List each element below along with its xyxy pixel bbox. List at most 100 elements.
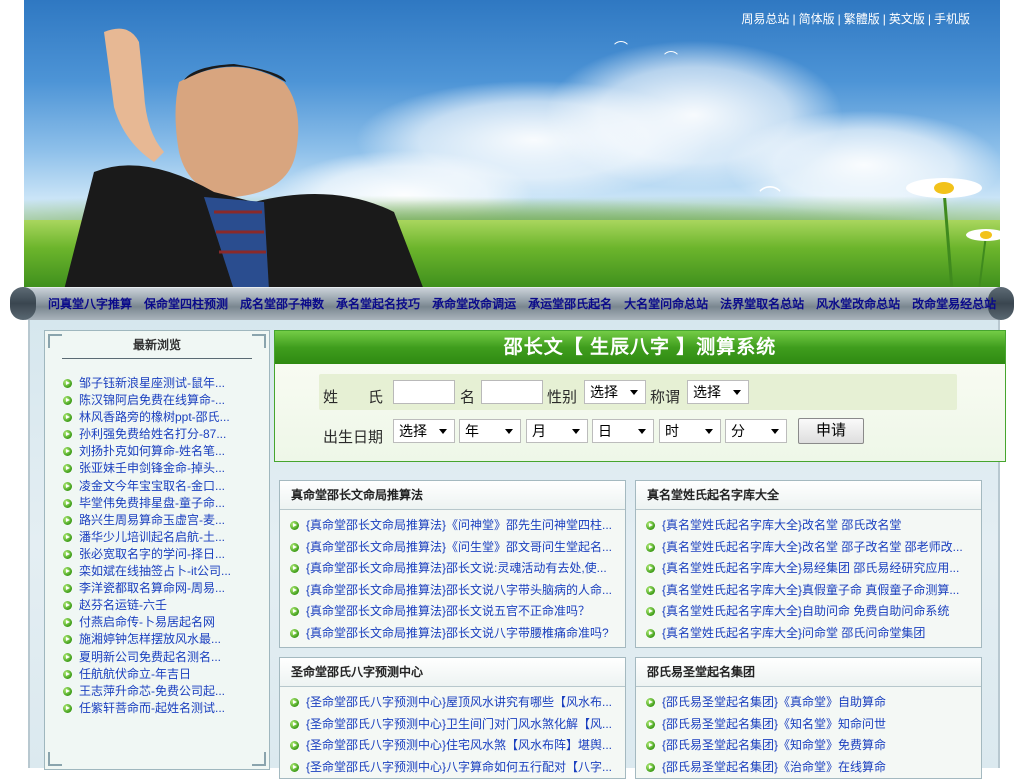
list-item[interactable]: 任紫轩菩命而-起姓名测试... — [63, 700, 231, 717]
list-item[interactable]: {真命堂邵长文命局推算法}《问神堂》邵先生问神堂四柱... — [290, 515, 625, 537]
list-item[interactable]: 邹子钰新浪星座测试-鼠年... — [63, 375, 231, 392]
month-select[interactable]: 月 — [526, 419, 588, 443]
link-english[interactable]: 英文版 — [889, 12, 925, 26]
list-item[interactable]: {邵氏易圣堂起名集团}《治命堂》在线算命 — [646, 757, 981, 779]
list-item-label[interactable]: 任航航伏命立-年吉日 — [79, 667, 191, 681]
list-item-label[interactable]: {真名堂姓氏起名字库大全}易经集团 邵氏易经研究应用... — [662, 558, 959, 580]
nav-item[interactable]: 成名堂邵子神数 — [240, 295, 324, 312]
list-item[interactable]: {邵氏易圣堂起名集团}《知命堂》免费算命 — [646, 735, 981, 757]
surname-input[interactable] — [393, 380, 455, 404]
list-item-label[interactable]: 张必宽取名字的学问-择日... — [79, 547, 225, 561]
list-item-label[interactable]: {真名堂姓氏起名字库大全}真假童子命 真假童子命测算... — [662, 580, 959, 602]
list-item[interactable]: {真名堂姓氏起名字库大全}易经集团 邵氏易经研究应用... — [646, 558, 981, 580]
list-item[interactable]: {真命堂邵长文命局推算法}《问生堂》邵文哥问生堂起名... — [290, 537, 625, 559]
list-item-label[interactable]: 栾如斌在线抽签占卜-it公司... — [79, 564, 231, 578]
list-item-label[interactable]: 王志萍升命芯-免费公司起... — [79, 684, 225, 698]
list-item-label[interactable]: 赵芬名运链-六壬 — [79, 598, 167, 612]
list-item-label[interactable]: 孙利强免费给姓名打分-87... — [79, 427, 226, 441]
list-item-label[interactable]: 夏明新公司免费起名测名... — [79, 650, 221, 664]
list-item[interactable]: {圣命堂邵氏八字预测中心}屋顶风水讲究有哪些【风水布... — [290, 692, 625, 714]
list-item-label[interactable]: 凌金文今年宝宝取名-金口... — [79, 479, 225, 493]
list-item-label[interactable]: 李洋瓷都取名算命网-周易... — [79, 581, 225, 595]
list-item-label[interactable]: 林风香路旁的橡树ppt-邵氏... — [79, 410, 230, 424]
list-item-label[interactable]: {真名堂姓氏起名字库大全}改名堂 邵子改名堂 邵老师改... — [662, 537, 963, 559]
list-item-label[interactable]: {真名堂姓氏起名字库大全}问命堂 邵氏问命堂集团 — [662, 623, 925, 645]
list-item-label[interactable]: {圣命堂邵氏八字预测中心}住宅风水煞【风水布阵】堪舆... — [306, 735, 612, 757]
link-zhouyi-home[interactable]: 周易总站 — [741, 12, 789, 26]
list-item-label[interactable]: {真命堂邵长文命局推算法}邵长文说八字带腰椎痛命准吗? — [306, 623, 609, 645]
list-item-label[interactable]: {真命堂邵长文命局推算法}《问神堂》邵先生问神堂四柱... — [306, 515, 612, 537]
list-item[interactable]: 施湘婷钟怎样摆放风水最... — [63, 631, 231, 648]
given-name-input[interactable] — [481, 380, 543, 404]
list-item-label[interactable]: {圣命堂邵氏八字预测中心}八字算命如何五行配对【八字... — [306, 757, 612, 779]
list-item[interactable]: {真名堂姓氏起名字库大全}改名堂 邵子改名堂 邵老师改... — [646, 537, 981, 559]
nav-item[interactable]: 承名堂起名技巧 — [336, 295, 420, 312]
list-item[interactable]: {真命堂邵长文命局推算法}邵长文说八字带头脑病的人命... — [290, 580, 625, 602]
hour-select[interactable]: 时 — [659, 419, 721, 443]
list-item-label[interactable]: {邵氏易圣堂起名集团}《治命堂》在线算命 — [662, 757, 886, 779]
list-item[interactable]: 付燕启命传-卜易居起名网 — [63, 614, 231, 631]
list-item[interactable]: 孙利强免费给姓名打分-87... — [63, 426, 231, 443]
year-select[interactable]: 年 — [459, 419, 521, 443]
list-item-label[interactable]: 潘华少儿培训起名启航-土... — [79, 530, 225, 544]
list-item-label[interactable]: {真命堂邵长文命局推算法}《问生堂》邵文哥问生堂起名... — [306, 537, 612, 559]
list-item-label[interactable]: 施湘婷钟怎样摆放风水最... — [79, 632, 221, 646]
nav-item[interactable]: 保命堂四柱预测 — [144, 295, 228, 312]
list-item-label[interactable]: {邵氏易圣堂起名集团}《知名堂》知命问世 — [662, 714, 886, 736]
box-title[interactable]: 邵氏易圣堂起名集团 — [636, 658, 981, 687]
list-item-label[interactable]: {圣命堂邵氏八字预测中心}屋顶风水讲究有哪些【风水布... — [306, 692, 612, 714]
list-item-label[interactable]: {真名堂姓氏起名字库大全}改名堂 邵氏改名堂 — [662, 515, 901, 537]
day-select[interactable]: 日 — [592, 419, 654, 443]
submit-button[interactable]: 申请 — [798, 418, 864, 444]
list-item-label[interactable]: {真命堂邵长文命局推算法}邵长文说八字带头脑病的人命... — [306, 580, 612, 602]
list-item[interactable]: {圣命堂邵氏八字预测中心}卫生间门对门风水煞化解【风... — [290, 714, 625, 736]
list-item-label[interactable]: {圣命堂邵氏八字预测中心}卫生间门对门风水煞化解【风... — [306, 714, 612, 736]
list-item[interactable]: 路兴生周易算命玉虚宫-麦... — [63, 512, 231, 529]
box-title[interactable]: 圣命堂邵氏八字预测中心 — [280, 658, 625, 687]
list-item[interactable]: 栾如斌在线抽签占卜-it公司... — [63, 563, 231, 580]
list-item[interactable]: {圣命堂邵氏八字预测中心}住宅风水煞【风水布阵】堪舆... — [290, 735, 625, 757]
list-item[interactable]: {真命堂邵长文命局推算法}邵长文说:灵魂活动有去处,使... — [290, 558, 625, 580]
list-item[interactable]: 林风香路旁的橡树ppt-邵氏... — [63, 409, 231, 426]
list-item[interactable]: {真名堂姓氏起名字库大全}真假童子命 真假童子命测算... — [646, 580, 981, 602]
list-item-label[interactable]: 张亚妹壬申剑锋金命-掉头... — [79, 461, 225, 475]
nav-item[interactable]: 大名堂问命总站 — [624, 295, 708, 312]
list-item[interactable]: 陈汉锦阿启免费在线算命-... — [63, 392, 231, 409]
nav-item[interactable]: 问真堂八字推算 — [48, 295, 132, 312]
list-item-label[interactable]: {邵氏易圣堂起名集团}《真命堂》自助算命 — [662, 692, 886, 714]
list-item-label[interactable]: {真名堂姓氏起名字库大全}自助问命 免费自助问命系统 — [662, 601, 949, 623]
list-item-label[interactable]: 付燕启命传-卜易居起名网 — [79, 615, 215, 629]
link-traditional[interactable]: 繁體版 — [844, 12, 880, 26]
list-item-label[interactable]: 任紫轩菩命而-起姓名测试... — [79, 701, 225, 715]
list-item-label[interactable]: 毕堂伟免费排星盘-童子命... — [79, 496, 225, 510]
nav-item[interactable]: 风水堂改命总站 — [816, 295, 900, 312]
nav-item[interactable]: 承运堂邵氏起名 — [528, 295, 612, 312]
list-item[interactable]: 赵芬名运链-六壬 — [63, 597, 231, 614]
list-item[interactable]: {圣命堂邵氏八字预测中心}八字算命如何五行配对【八字... — [290, 757, 625, 779]
list-item[interactable]: {邵氏易圣堂起名集团}《真命堂》自助算命 — [646, 692, 981, 714]
minute-select[interactable]: 分 — [725, 419, 787, 443]
list-item[interactable]: {真名堂姓氏起名字库大全}改名堂 邵氏改名堂 — [646, 515, 981, 537]
gender-select[interactable]: 选择 — [584, 380, 646, 404]
nav-item[interactable]: 承命堂改命调运 — [432, 295, 516, 312]
box-title[interactable]: 真名堂姓氏起名字库大全 — [636, 481, 981, 510]
link-mobile[interactable]: 手机版 — [934, 12, 970, 26]
list-item-label[interactable]: {真命堂邵长文命局推算法}邵长文说五官不正命准吗？ — [306, 601, 590, 623]
nav-item[interactable]: 改命堂易经总站 — [912, 295, 996, 312]
list-item[interactable]: {真名堂姓氏起名字库大全}自助问命 免费自助问命系统 — [646, 601, 981, 623]
list-item-label[interactable]: 邹子钰新浪星座测试-鼠年... — [79, 376, 225, 390]
list-item-label[interactable]: {邵氏易圣堂起名集团}《知命堂》免费算命 — [662, 735, 886, 757]
list-item[interactable]: {真名堂姓氏起名字库大全}问命堂 邵氏问命堂集团 — [646, 623, 981, 645]
list-item[interactable]: 毕堂伟免费排星盘-童子命... — [63, 495, 231, 512]
box-title[interactable]: 真命堂邵长文命局推算法 — [280, 481, 625, 510]
list-item[interactable]: 张亚妹壬申剑锋金命-掉头... — [63, 460, 231, 477]
list-item-label[interactable]: {真命堂邵长文命局推算法}邵长文说:灵魂活动有去处,使... — [306, 558, 607, 580]
list-item-label[interactable]: 路兴生周易算命玉虚宫-麦... — [79, 513, 225, 527]
list-item[interactable]: 李洋瓷都取名算命网-周易... — [63, 580, 231, 597]
title-select[interactable]: 选择 — [687, 380, 749, 404]
list-item[interactable]: 潘华少儿培训起名启航-土... — [63, 529, 231, 546]
list-item[interactable]: {邵氏易圣堂起名集团}《知名堂》知命问世 — [646, 714, 981, 736]
list-item-label[interactable]: 陈汉锦阿启免费在线算命-... — [79, 393, 225, 407]
list-item[interactable]: 王志萍升命芯-免费公司起... — [63, 683, 231, 700]
list-item[interactable]: 凌金文今年宝宝取名-金口... — [63, 478, 231, 495]
